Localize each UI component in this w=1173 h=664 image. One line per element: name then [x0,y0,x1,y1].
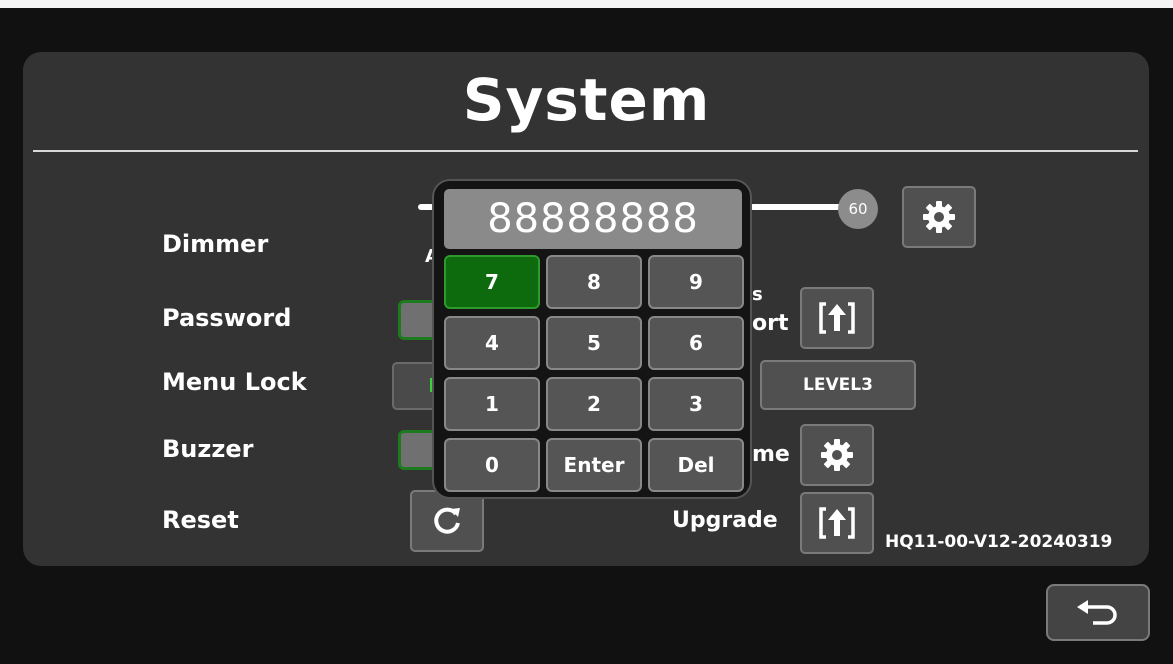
upgrade-button[interactable] [800,492,874,554]
password-label: Password [162,304,292,332]
menu-lock-label: Menu Lock [162,368,307,396]
refresh-icon [429,503,465,539]
key-6[interactable]: 6 [648,316,744,370]
menu-lock-level-button[interactable]: LEVEL3 [760,360,916,410]
export-label: ort [752,311,789,336]
key-0[interactable]: 0 [444,438,540,492]
dimmer-slider-knob[interactable]: 60 [838,189,878,229]
page-title: System [462,66,711,134]
keypad-display: 88888888 [444,189,742,249]
key-1[interactable]: 1 [444,377,540,431]
back-button[interactable] [1046,584,1150,641]
buzzer-label: Buzzer [162,435,254,463]
top-edge [0,0,1173,8]
key-9[interactable]: 9 [648,255,744,309]
time-settings-button[interactable] [800,424,874,486]
dimmer-slider-track-right[interactable] [750,204,842,210]
upload-icon [817,503,857,543]
numeric-keypad: 88888888 7 8 9 4 5 6 1 2 3 0 Enter Del [432,179,752,499]
key-4[interactable]: 4 [444,316,540,370]
key-7[interactable]: 7 [444,255,540,309]
export-button[interactable] [800,287,874,349]
upgrade-label: Upgrade [672,508,778,533]
export-icon [817,298,857,338]
time-label: me [752,442,790,467]
gear-icon [921,199,957,235]
menu-lock-select[interactable] [392,362,436,410]
enter-key[interactable]: Enter [546,438,642,492]
delete-key[interactable]: Del [648,438,744,492]
key-3[interactable]: 3 [648,377,744,431]
key-2[interactable]: 2 [546,377,642,431]
key-5[interactable]: 5 [546,316,642,370]
gear-icon [819,437,855,473]
export-label-top: s [752,284,763,305]
reset-button[interactable] [410,490,484,552]
firmware-version: HQ11-00-V12-20240319 [885,532,1113,552]
reset-label: Reset [162,506,239,534]
back-arrow-icon [1073,598,1123,628]
dimmer-label: Dimmer [162,230,269,258]
title-divider [33,150,1138,152]
dimmer-settings-button[interactable] [902,186,976,248]
key-8[interactable]: 8 [546,255,642,309]
